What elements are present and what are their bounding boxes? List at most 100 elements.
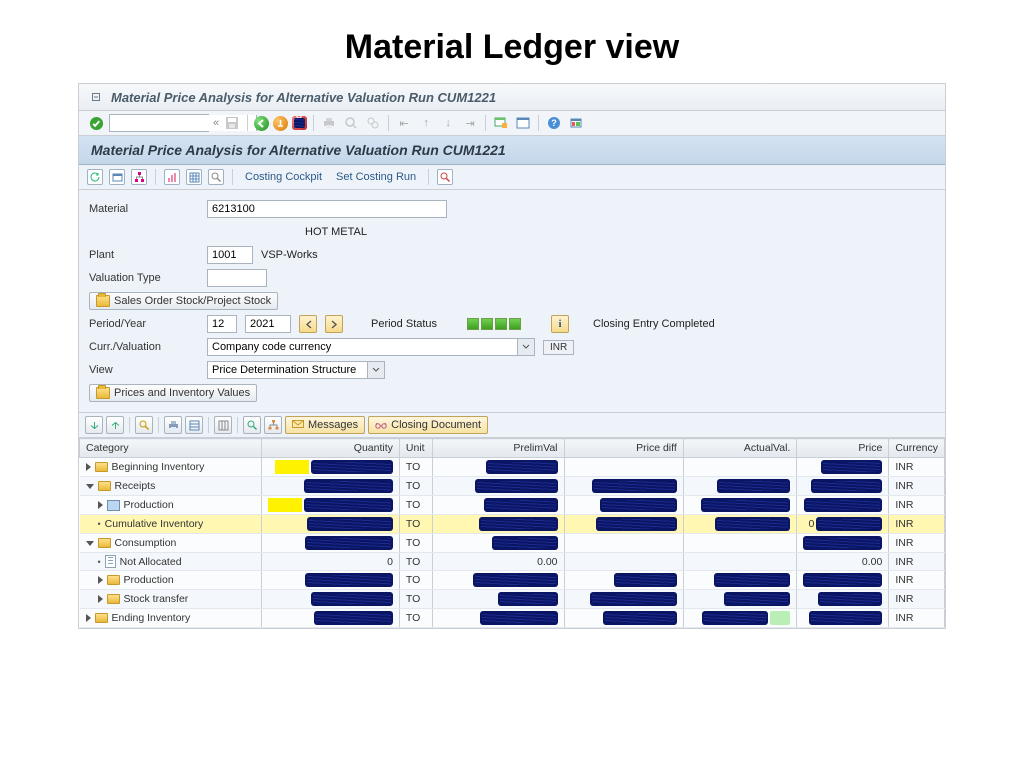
table-row[interactable]: Stock transferTOINR	[80, 590, 945, 609]
th-actual[interactable]: ActualVal.	[683, 439, 797, 458]
redacted-value	[480, 611, 558, 625]
sales-stock-button[interactable]: Sales Order Stock/Project Stock	[89, 292, 278, 310]
view-select[interactable]	[207, 361, 367, 379]
valtype-input[interactable]	[207, 269, 267, 287]
table-row[interactable]: Beginning InventoryTOINR	[80, 458, 945, 477]
find-tree-icon[interactable]	[135, 416, 153, 434]
first-page-icon[interactable]: ⇤	[395, 114, 413, 132]
th-price[interactable]: Price	[797, 439, 889, 458]
valtype-label: Valuation Type	[89, 272, 199, 284]
redacted-value	[702, 611, 768, 625]
redacted-value	[603, 611, 677, 625]
chevron-down-icon[interactable]	[367, 361, 385, 379]
next-period-button[interactable]	[325, 315, 343, 333]
set-costing-run-button[interactable]: Set Costing Run	[332, 169, 420, 185]
hierarchy-icon[interactable]	[131, 169, 147, 185]
new-session-icon[interactable]	[492, 114, 510, 132]
table-row[interactable]: ProductionTOINR	[80, 496, 945, 515]
folder-icon	[107, 575, 120, 585]
layout-icon[interactable]	[514, 114, 532, 132]
costing-cockpit-button[interactable]: Costing Cockpit	[241, 169, 326, 185]
table-icon[interactable]	[186, 169, 202, 185]
th-quantity[interactable]: Quantity	[261, 439, 399, 458]
th-pricediff[interactable]: Price diff	[564, 439, 683, 458]
messages-button[interactable]: Messages	[285, 416, 365, 434]
redacted-value	[590, 592, 677, 606]
redacted-value	[484, 498, 558, 512]
page-heading: Material Ledger view	[0, 0, 1024, 83]
th-currency[interactable]: Currency	[889, 439, 945, 458]
redacted-value	[809, 611, 882, 625]
next-page-icon[interactable]: ↓	[439, 114, 457, 132]
history-back[interactable]: «	[213, 117, 219, 129]
folder-icon	[98, 538, 111, 548]
chart-icon[interactable]	[164, 169, 180, 185]
redacted-value	[492, 536, 558, 550]
expand-icon[interactable]	[98, 576, 103, 584]
collapse-icon[interactable]	[86, 484, 94, 489]
redacted-value	[821, 460, 882, 474]
find-icon[interactable]	[342, 114, 360, 132]
print-icon[interactable]	[320, 114, 338, 132]
currency-code: INR	[543, 340, 574, 355]
plant-input[interactable]	[207, 246, 253, 264]
redacted-value	[307, 517, 393, 531]
table-row[interactable]: •Not Allocated0TO0.000.00INR	[80, 553, 945, 571]
table-row[interactable]: ConsumptionTOINR	[80, 534, 945, 553]
display-icon[interactable]	[109, 169, 125, 185]
chevron-down-icon[interactable]	[517, 338, 535, 356]
expand-icon[interactable]	[98, 595, 103, 603]
expand-icon[interactable]	[98, 501, 103, 509]
material-input[interactable]	[207, 200, 447, 218]
glasses-icon	[375, 420, 387, 431]
enter-icon[interactable]	[87, 114, 105, 132]
detail-icon[interactable]	[243, 416, 261, 434]
table-row[interactable]: ReceiptsTOINR	[80, 477, 945, 496]
hierarchy-tree-icon[interactable]	[264, 416, 282, 434]
info-button[interactable]: i	[551, 315, 569, 333]
table-row[interactable]: ProductionTOINR	[80, 571, 945, 590]
last-page-icon[interactable]: ⇥	[461, 114, 479, 132]
expand-icon[interactable]	[86, 463, 91, 471]
zoom-icon[interactable]	[437, 169, 453, 185]
plant-label: Plant	[89, 249, 199, 261]
prev-page-icon[interactable]: ↑	[417, 114, 435, 132]
th-category[interactable]: Category	[80, 439, 262, 458]
expand-all-icon[interactable]	[106, 416, 124, 434]
table-row[interactable]: Ending InventoryTOINR	[80, 609, 945, 628]
redacted-value	[724, 592, 790, 606]
th-prelim[interactable]: PrelimVal	[433, 439, 564, 458]
prices-inventory-button[interactable]: Prices and Inventory Values	[89, 384, 257, 402]
redacted-value	[811, 479, 882, 493]
period-year-input[interactable]	[245, 315, 291, 333]
analyze-icon[interactable]	[208, 169, 224, 185]
table-row[interactable]: •Cumulative InventoryTO0INR	[80, 515, 945, 534]
curr-select[interactable]	[207, 338, 517, 356]
redacted-value	[592, 479, 677, 493]
redacted-value	[473, 573, 558, 587]
period-month-input[interactable]	[207, 315, 237, 333]
customize-icon[interactable]	[567, 114, 585, 132]
help-icon[interactable]: ?	[545, 114, 563, 132]
column-config-icon[interactable]	[214, 416, 232, 434]
redacted-value	[816, 517, 882, 531]
expand-icon[interactable]	[87, 88, 105, 106]
expand-icon[interactable]	[86, 614, 91, 622]
find-next-icon[interactable]	[364, 114, 382, 132]
refresh-icon[interactable]	[87, 169, 103, 185]
back-icon[interactable]	[254, 116, 269, 131]
cancel-icon[interactable]: ✕	[292, 116, 307, 130]
closing-doc-button[interactable]: Closing Document	[368, 416, 488, 434]
redacted-value	[311, 592, 393, 606]
prev-period-button[interactable]	[299, 315, 317, 333]
th-unit[interactable]: Unit	[399, 439, 432, 458]
collapse-icon[interactable]	[86, 541, 94, 546]
export-icon[interactable]	[185, 416, 203, 434]
print-tree-icon[interactable]	[164, 416, 182, 434]
result-table: Category Quantity Unit PrelimVal Price d…	[79, 438, 945, 628]
collapse-all-icon[interactable]	[85, 416, 103, 434]
exit-icon[interactable]	[273, 116, 288, 131]
row-label: Beginning Inventory	[112, 461, 205, 473]
save-icon[interactable]	[223, 114, 241, 132]
command-field[interactable]	[109, 114, 209, 132]
